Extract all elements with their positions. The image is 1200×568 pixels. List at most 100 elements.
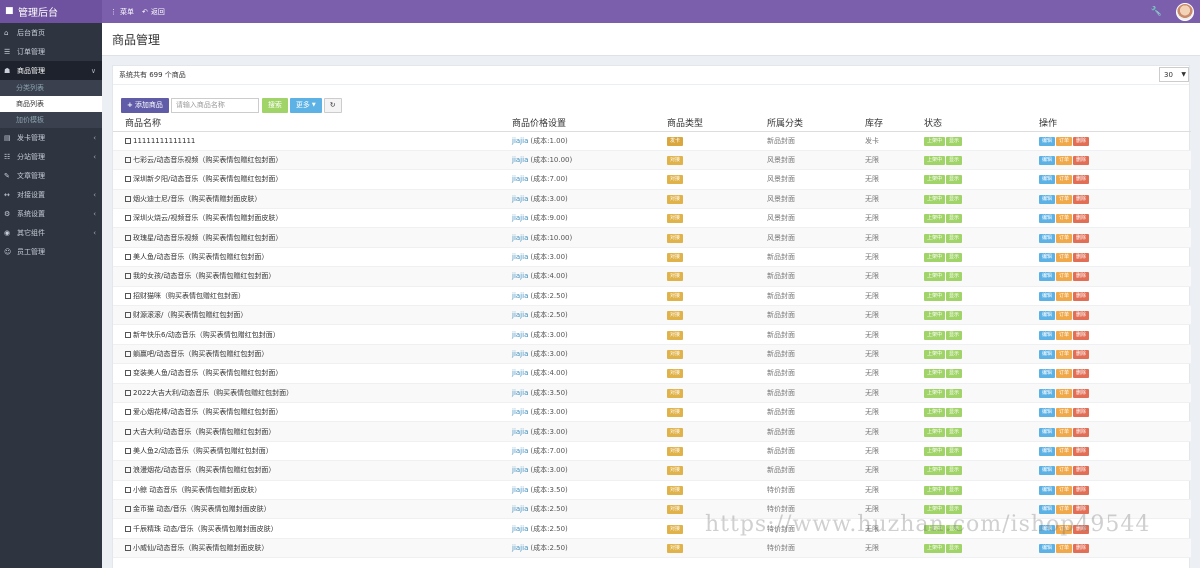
visible-toggle[interactable]: 显示 xyxy=(946,311,963,321)
row-checkbox[interactable] xyxy=(125,176,131,183)
delete-button[interactable]: 删除 xyxy=(1073,291,1090,301)
delete-button[interactable]: 删除 xyxy=(1073,214,1090,224)
avatar[interactable] xyxy=(1176,2,1194,21)
on-sale-toggle[interactable]: 上架中 xyxy=(924,272,946,282)
visible-toggle[interactable]: 显示 xyxy=(946,466,963,476)
orders-button[interactable]: 订单 xyxy=(1056,194,1073,204)
row-checkbox[interactable] xyxy=(125,370,131,377)
row-checkbox[interactable] xyxy=(125,195,131,202)
on-sale-toggle[interactable]: 上架中 xyxy=(924,194,946,204)
price-template-link[interactable]: jiajia xyxy=(512,272,528,280)
on-sale-toggle[interactable]: 上架中 xyxy=(924,330,946,340)
edit-button[interactable]: 编辑 xyxy=(1039,233,1056,243)
price-template-link[interactable]: jiajia xyxy=(512,253,528,261)
sidebar-subitem[interactable]: 加价模板 xyxy=(0,112,102,128)
visible-toggle[interactable]: 显示 xyxy=(946,194,963,204)
visible-toggle[interactable]: 显示 xyxy=(946,291,963,301)
edit-button[interactable]: 编辑 xyxy=(1039,408,1056,418)
price-template-link[interactable]: jiajia xyxy=(512,331,528,339)
on-sale-toggle[interactable]: 上架中 xyxy=(924,543,946,553)
delete-button[interactable]: 删除 xyxy=(1073,446,1090,456)
delete-button[interactable]: 删除 xyxy=(1073,253,1090,263)
visible-toggle[interactable]: 显示 xyxy=(946,349,963,359)
edit-button[interactable]: 编辑 xyxy=(1039,485,1056,495)
on-sale-toggle[interactable]: 上架中 xyxy=(924,485,946,495)
price-template-link[interactable]: jiajia xyxy=(512,350,528,358)
edit-button[interactable]: 编辑 xyxy=(1039,427,1056,437)
edit-button[interactable]: 编辑 xyxy=(1039,136,1056,146)
delete-button[interactable]: 删除 xyxy=(1073,175,1090,185)
edit-button[interactable]: 编辑 xyxy=(1039,156,1056,166)
edit-button[interactable]: 编辑 xyxy=(1039,291,1056,301)
price-template-link[interactable]: jiajia xyxy=(512,486,528,494)
sidebar-item[interactable]: ↔ 对接设置 ‹ xyxy=(0,185,102,204)
price-template-link[interactable]: jiajia xyxy=(512,195,528,203)
sidebar-item[interactable]: ☰ 订单管理 xyxy=(0,42,102,61)
on-sale-toggle[interactable]: 上架中 xyxy=(924,214,946,224)
price-template-link[interactable]: jiajia xyxy=(512,544,528,552)
on-sale-toggle[interactable]: 上架中 xyxy=(924,427,946,437)
price-template-link[interactable]: jiajia xyxy=(512,389,528,397)
price-template-link[interactable]: jiajia xyxy=(512,175,528,183)
visible-toggle[interactable]: 显示 xyxy=(946,136,963,146)
row-checkbox[interactable] xyxy=(125,389,131,396)
row-checkbox[interactable] xyxy=(125,428,131,435)
on-sale-toggle[interactable]: 上架中 xyxy=(924,291,946,301)
edit-button[interactable]: 编辑 xyxy=(1039,330,1056,340)
orders-button[interactable]: 订单 xyxy=(1056,272,1073,282)
visible-toggle[interactable]: 显示 xyxy=(946,233,963,243)
on-sale-toggle[interactable]: 上架中 xyxy=(924,466,946,476)
sidebar-item[interactable]: ☷ 分站管理 ‹ xyxy=(0,147,102,166)
on-sale-toggle[interactable]: 上架中 xyxy=(924,369,946,379)
delete-button[interactable]: 删除 xyxy=(1073,427,1090,437)
price-template-link[interactable]: jiajia xyxy=(512,311,528,319)
page-size-select[interactable]: 30 ▼ xyxy=(1159,67,1189,82)
price-template-link[interactable]: jiajia xyxy=(512,428,528,436)
orders-button[interactable]: 订单 xyxy=(1056,446,1073,456)
orders-button[interactable]: 订单 xyxy=(1056,330,1073,340)
row-checkbox[interactable] xyxy=(125,234,131,241)
search-input[interactable]: 请输入商品名称 xyxy=(170,97,259,113)
price-template-link[interactable]: jiajia xyxy=(512,156,528,164)
delete-button[interactable]: 删除 xyxy=(1073,408,1090,418)
visible-toggle[interactable]: 显示 xyxy=(946,156,963,166)
orders-button[interactable]: 订单 xyxy=(1056,311,1073,321)
orders-button[interactable]: 订单 xyxy=(1056,253,1073,263)
on-sale-toggle[interactable]: 上架中 xyxy=(924,349,946,359)
visible-toggle[interactable]: 显示 xyxy=(946,543,963,553)
on-sale-toggle[interactable]: 上架中 xyxy=(924,175,946,185)
row-checkbox[interactable] xyxy=(125,254,131,261)
sidebar-item[interactable]: ☺ 员工管理 xyxy=(0,242,102,261)
visible-toggle[interactable]: 显示 xyxy=(946,446,963,456)
visible-toggle[interactable]: 显示 xyxy=(946,272,963,282)
edit-button[interactable]: 编辑 xyxy=(1039,543,1056,553)
orders-button[interactable]: 订单 xyxy=(1056,349,1073,359)
delete-button[interactable]: 删除 xyxy=(1073,543,1090,553)
orders-button[interactable]: 订单 xyxy=(1056,175,1073,185)
visible-toggle[interactable]: 显示 xyxy=(946,388,963,398)
on-sale-toggle[interactable]: 上架中 xyxy=(924,156,946,166)
visible-toggle[interactable]: 显示 xyxy=(946,253,963,263)
row-checkbox[interactable] xyxy=(125,525,131,532)
on-sale-toggle[interactable]: 上架中 xyxy=(924,136,946,146)
row-checkbox[interactable] xyxy=(125,544,131,551)
orders-button[interactable]: 订单 xyxy=(1056,408,1073,418)
more-button[interactable]: 更多 ▼ xyxy=(289,97,322,113)
price-template-link[interactable]: jiajia xyxy=(512,214,528,222)
orders-button[interactable]: 订单 xyxy=(1056,427,1073,437)
menu-toggle-button[interactable]: ⋮ 菜单 xyxy=(110,7,134,17)
price-template-link[interactable]: jiajia xyxy=(512,447,528,455)
orders-button[interactable]: 订单 xyxy=(1056,369,1073,379)
on-sale-toggle[interactable]: 上架中 xyxy=(924,408,946,418)
edit-button[interactable]: 编辑 xyxy=(1039,214,1056,224)
delete-button[interactable]: 删除 xyxy=(1073,388,1090,398)
orders-button[interactable]: 订单 xyxy=(1056,214,1073,224)
row-checkbox[interactable] xyxy=(125,447,131,454)
orders-button[interactable]: 订单 xyxy=(1056,485,1073,495)
edit-button[interactable]: 编辑 xyxy=(1039,272,1056,282)
row-checkbox[interactable] xyxy=(125,273,131,280)
sidebar-item[interactable]: ⚙ 系统设置 ‹ xyxy=(0,204,102,223)
search-button[interactable]: 搜索 xyxy=(261,97,288,113)
row-checkbox[interactable] xyxy=(125,292,131,299)
wrench-icon[interactable]: 🔧 xyxy=(1151,7,1162,17)
